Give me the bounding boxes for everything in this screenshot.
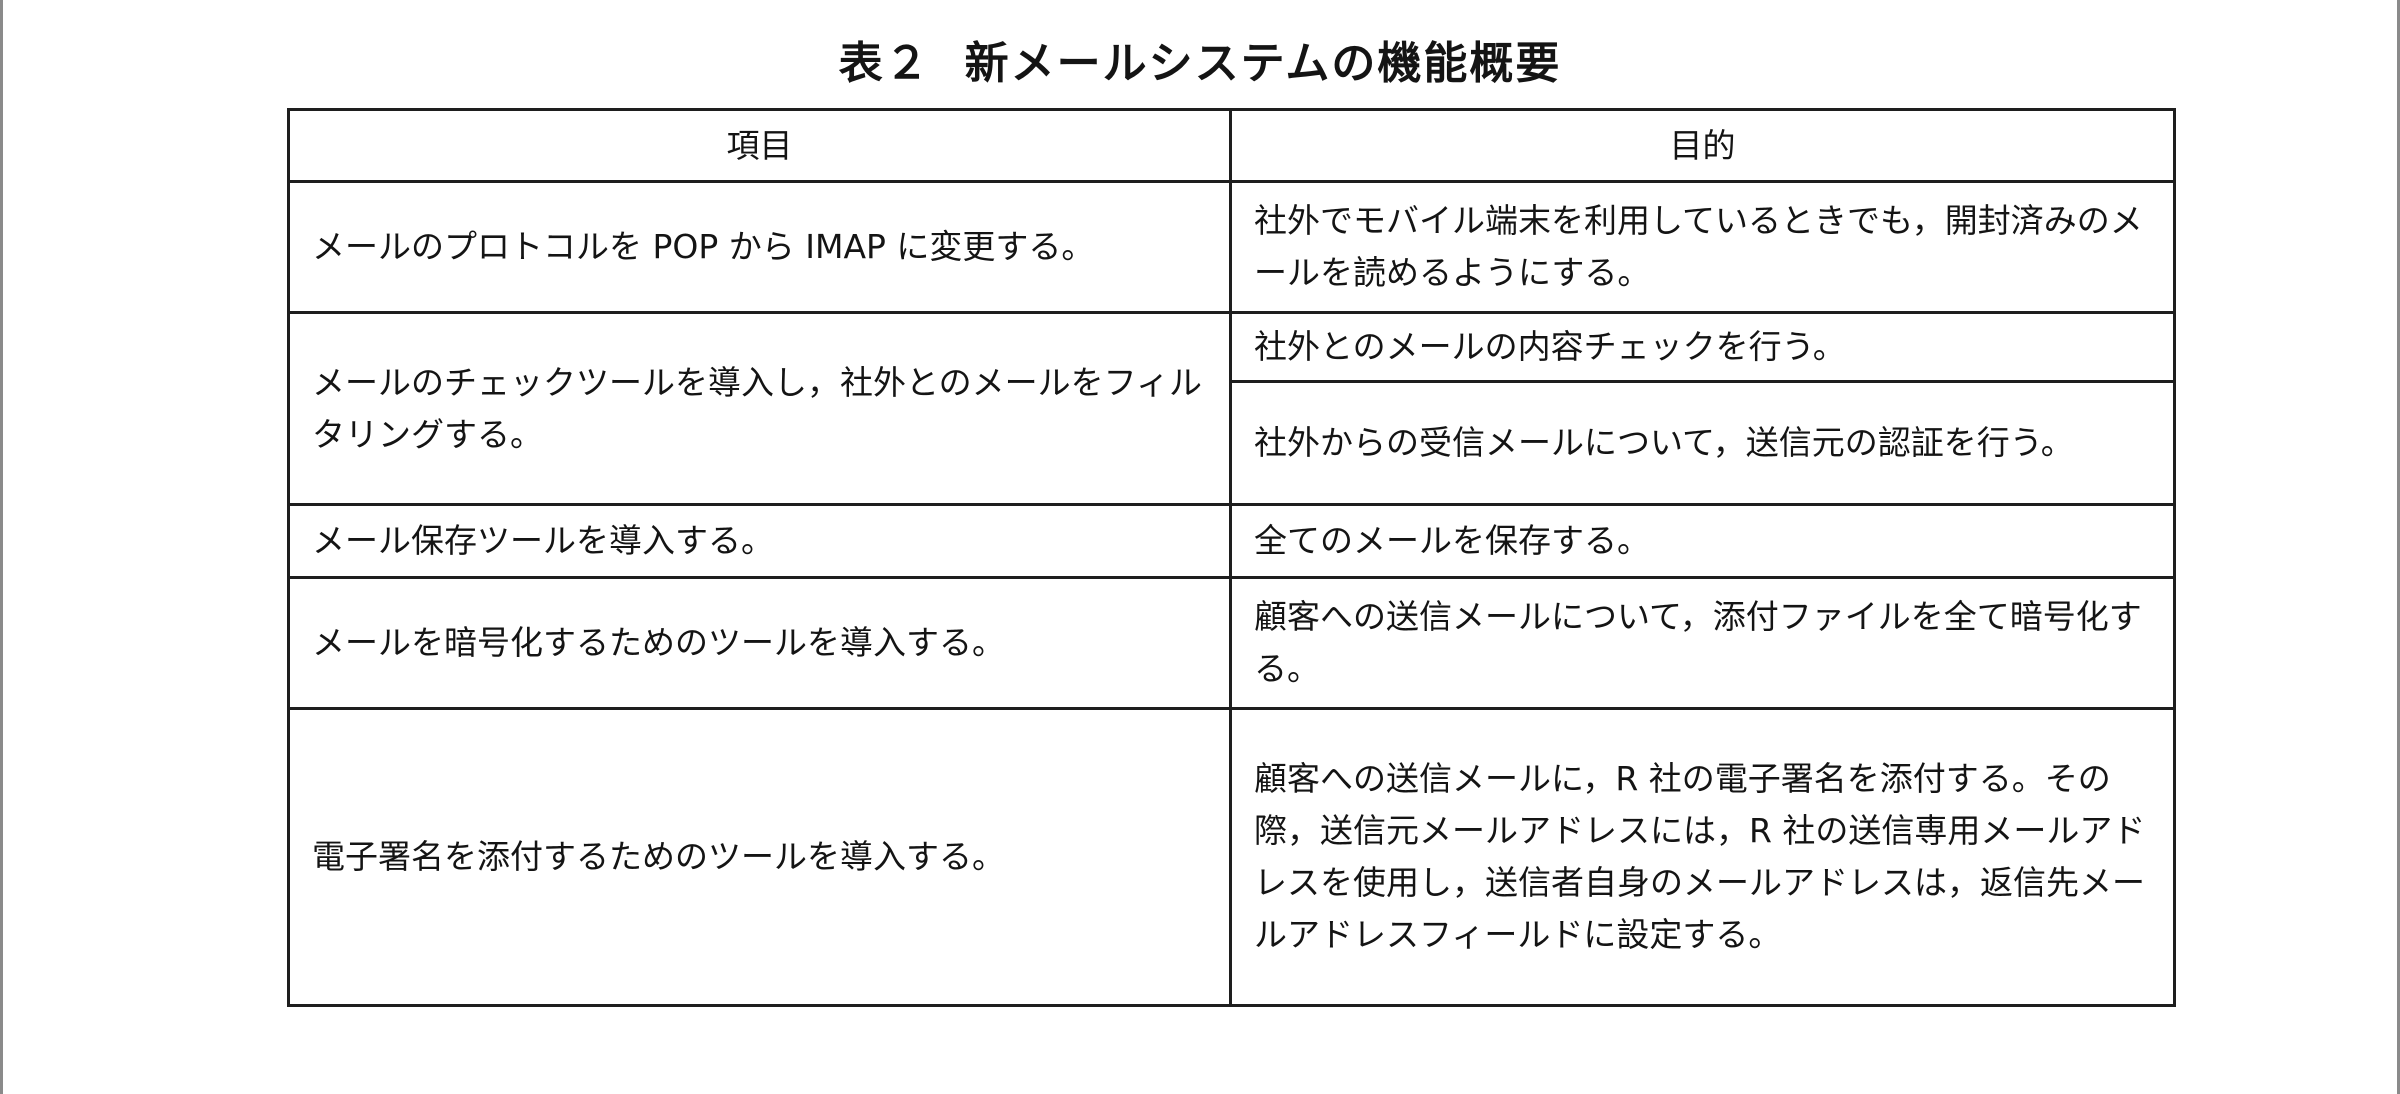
header-item: 項目	[287, 108, 1232, 183]
table-row: メール保存ツールを導入する。 全てのメールを保存する。	[287, 503, 2176, 579]
cell-item: メールのチェックツールを導入し，社外とのメールをフィルタリングする。	[287, 311, 1232, 506]
cell-item: メール保存ツールを導入する。	[287, 503, 1232, 579]
table-row: メールのプロトコルを POP から IMAP に変更する。 社外でモバイル端末を…	[287, 180, 2176, 314]
cell-purpose: 社外でモバイル端末を利用しているときでも，開封済みのメールを読めるようにする。	[1229, 180, 2176, 314]
table-header-row: 項目 目的	[287, 108, 2176, 183]
table-number: 表２	[838, 38, 931, 89]
cell-item: メールを暗号化するためのツールを導入する。	[287, 576, 1232, 710]
table-row: メールを暗号化するためのツールを導入する。 顧客への送信メールについて，添付ファ…	[287, 576, 2176, 710]
table-title: 新メールシステムの機能概要	[964, 38, 1562, 89]
table-row: メールのチェックツールを導入し，社外とのメールをフィルタリングする。 社外とのメ…	[287, 311, 2176, 506]
cell-purpose: 社外からの受信メールについて，送信元の認証を行う。	[1229, 380, 2176, 506]
header-purpose: 目的	[1229, 108, 2176, 183]
cell-purpose: 顧客への送信メールに，R 社の電子署名を添付する。その際，送信元メールアドレスに…	[1229, 707, 2176, 1007]
table-row: 電子署名を添付するためのツールを導入する。 顧客への送信メールに，R 社の電子署…	[287, 707, 2176, 1007]
table-caption: 表２ 新メールシステムの機能概要	[0, 28, 2400, 100]
feature-overview-table: 項目 目的 メールのプロトコルを POP から IMAP に変更する。 社外でモ…	[287, 108, 2176, 1007]
cell-purpose: 顧客への送信メールについて，添付ファイルを全て暗号化する。	[1229, 576, 2176, 710]
cell-purpose: 社外とのメールの内容チェックを行う。	[1229, 311, 2176, 383]
cell-item: メールのプロトコルを POP から IMAP に変更する。	[287, 180, 1232, 314]
page-border-left	[0, 0, 3, 1094]
cell-item: 電子署名を添付するためのツールを導入する。	[287, 707, 1232, 1007]
cell-purpose: 全てのメールを保存する。	[1229, 503, 2176, 579]
